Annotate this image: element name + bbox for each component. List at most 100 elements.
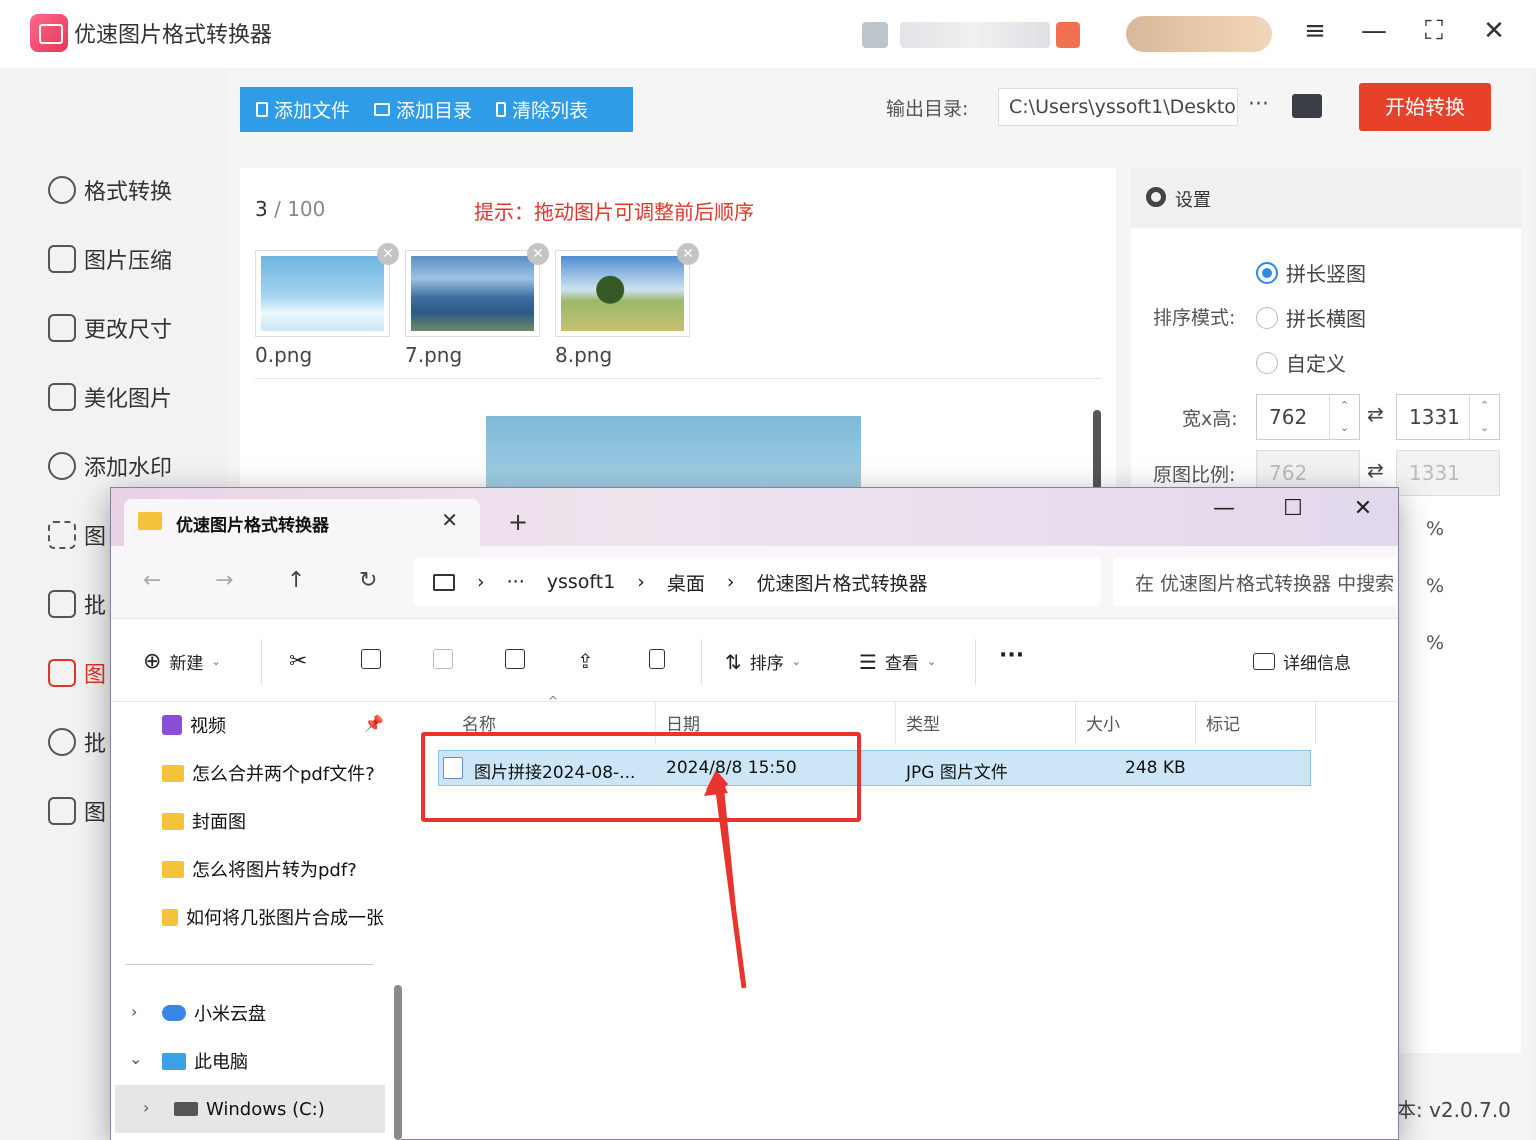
share-button[interactable]: ⇪ <box>577 649 594 673</box>
height-input[interactable]: 1331 ⌃ ⌄ <box>1396 394 1500 440</box>
sidebar-item-resize[interactable]: 更改尺寸 <box>48 310 172 346</box>
details-button[interactable]: 详细信息 <box>1253 649 1351 674</box>
explorer-minimize-button[interactable]: — <box>1199 496 1249 521</box>
maximize-button[interactable]: ⛶ <box>1414 16 1454 47</box>
output-dir-field[interactable]: C:\Users\yssoft1\Desktop <box>998 88 1238 126</box>
column-divider[interactable] <box>1195 702 1196 744</box>
new-tab-button[interactable]: + <box>508 508 528 536</box>
breadcrumb-more[interactable]: ··· <box>507 571 525 593</box>
nav-item-folder[interactable]: 如何将几张图片合成一张 <box>162 902 384 932</box>
nav-item-folder[interactable]: 怎么合并两个pdf文件? <box>162 758 384 788</box>
more-options-icon[interactable]: ··· <box>999 643 1024 668</box>
width-stepper[interactable]: ⌃ ⌄ <box>1329 395 1359 439</box>
explorer-maximize-button[interactable]: ☐ <box>1268 496 1318 521</box>
column-divider[interactable] <box>1075 702 1076 744</box>
percent-sign: % <box>1426 632 1445 654</box>
thumbnail-0[interactable]: ✕ <box>255 243 399 337</box>
close-tab-icon[interactable]: ✕ <box>441 508 458 532</box>
resize-icon <box>48 314 76 342</box>
start-convert-button[interactable]: 开始转换 <box>1359 83 1491 131</box>
view-button[interactable]: ☰ 查看 ⌄ <box>859 649 936 675</box>
thumbnail-7[interactable]: ✕ <box>405 243 549 337</box>
sidebar-item-stitch[interactable]: 图 <box>48 655 106 691</box>
remove-icon[interactable]: ✕ <box>527 243 549 265</box>
clear-list-button[interactable]: 清除列表 <box>496 96 588 123</box>
chevron-right-icon[interactable]: › <box>143 1098 149 1117</box>
cut-button[interactable]: ✂ <box>289 649 307 674</box>
sidebar-item-crop[interactable]: 图 <box>48 517 106 553</box>
file-count: 3 / 100 <box>255 197 325 221</box>
remove-icon[interactable]: ✕ <box>677 243 699 265</box>
search-input[interactable]: 在 优速图片格式转换器 中搜索 <box>1113 558 1397 606</box>
explorer-tab[interactable]: 优速图片格式转换器 ✕ <box>124 499 480 547</box>
height-stepper[interactable]: ⌃ ⌄ <box>1469 395 1499 439</box>
column-type[interactable]: 类型 <box>906 710 940 735</box>
sidebar-item-split[interactable]: 图 <box>48 793 106 829</box>
address-bar[interactable]: › ··· yssoft1 › 桌面 › 优速图片格式转换器 <box>413 558 1101 606</box>
gear-icon <box>1146 187 1166 207</box>
sidebar-item-batch-edit[interactable]: 批 <box>48 586 106 622</box>
minimize-button[interactable]: — <box>1354 16 1394 46</box>
drive-icon <box>174 1102 198 1116</box>
radio-icon <box>1256 351 1278 374</box>
sort-button[interactable]: ⇅ 排序 ⌄ <box>725 649 801 675</box>
breadcrumb-current[interactable]: 优速图片格式转换器 <box>757 569 928 596</box>
nav-scrollbar[interactable] <box>394 985 402 1140</box>
column-size[interactable]: 大小 <box>1086 710 1120 735</box>
open-folder-icon[interactable] <box>1292 94 1322 118</box>
chevron-right-icon: › <box>637 571 645 593</box>
more-icon[interactable]: ··· <box>1248 92 1269 117</box>
sort-mode-label: 排序模式: <box>1153 307 1236 329</box>
add-dir-button[interactable]: 添加目录 <box>374 96 472 123</box>
width-input[interactable]: 762 ⌃ ⌄ <box>1256 394 1360 440</box>
explorer-title-bar: 优速图片格式转换器 ✕ + — ☐ ✕ <box>111 488 1398 547</box>
up-icon[interactable]: ↑ <box>287 568 305 593</box>
explorer-close-button[interactable]: ✕ <box>1338 496 1388 521</box>
copy-button[interactable] <box>361 649 381 669</box>
menu-icon[interactable]: ≡ <box>1295 16 1335 46</box>
nav-item-videos[interactable]: 视频 <box>162 710 226 740</box>
view-icon: ☰ <box>859 649 877 674</box>
nav-item-cloud[interactable]: 小米云盘 <box>162 998 266 1028</box>
swap-icon[interactable]: ⇄ <box>1367 402 1384 426</box>
nav-item-drive-c[interactable]: Windows (C:) <box>174 1094 325 1124</box>
chevron-down-icon[interactable]: ⌄ <box>129 1049 142 1068</box>
nav-item-this-pc[interactable]: 此电脑 <box>162 1046 248 1076</box>
breadcrumb-yssoft1[interactable]: yssoft1 <box>547 571 616 593</box>
forward-icon[interactable]: → <box>215 568 233 593</box>
sidebar-item-compress[interactable]: 图片压缩 <box>48 241 172 277</box>
nav-item-folder[interactable]: 怎么将图片转为pdf? <box>162 854 384 884</box>
radio-vertical[interactable]: 拼长竖图 <box>1256 258 1366 287</box>
delete-button[interactable] <box>649 649 665 669</box>
radio-custom[interactable]: 自定义 <box>1256 348 1346 377</box>
ratio-width-value: 762 <box>1269 461 1308 485</box>
column-tag[interactable]: 标记 <box>1206 710 1240 735</box>
back-icon[interactable]: ← <box>143 568 161 593</box>
new-button[interactable]: ⊕ 新建 ⌄ <box>143 649 221 674</box>
close-button[interactable]: ✕ <box>1474 16 1514 46</box>
sidebar-item-label: 更改尺寸 <box>84 318 173 343</box>
blurred-vip-button[interactable] <box>1126 16 1272 52</box>
paste-button[interactable] <box>433 649 453 669</box>
column-divider[interactable] <box>1315 702 1316 744</box>
height-value: 1331 <box>1409 405 1460 429</box>
sidebar-item-watermark[interactable]: 添加水印 <box>48 448 172 484</box>
remove-icon[interactable]: ✕ <box>377 243 399 265</box>
view-label: 查看 <box>884 654 919 674</box>
column-divider[interactable] <box>895 702 896 744</box>
sidebar-item-format-convert[interactable]: 格式转换 <box>48 172 172 208</box>
file-icon <box>256 102 268 117</box>
radio-horizontal[interactable]: 拼长横图 <box>1256 303 1366 332</box>
breadcrumb-desktop[interactable]: 桌面 <box>667 569 705 596</box>
refresh-icon[interactable]: ↻ <box>359 568 377 593</box>
preview-scrollbar[interactable] <box>1093 410 1101 490</box>
divider <box>261 639 262 685</box>
folder-icon <box>162 908 178 926</box>
thumbnail-8[interactable]: ✕ <box>555 243 699 337</box>
add-file-button[interactable]: 添加文件 <box>256 96 350 123</box>
chevron-right-icon[interactable]: › <box>131 1002 137 1021</box>
nav-item-folder[interactable]: 封面图 <box>162 806 246 836</box>
sidebar-item-beautify[interactable]: 美化图片 <box>48 379 172 415</box>
rename-button[interactable] <box>505 649 525 669</box>
sidebar-item-rotate[interactable]: 批 <box>48 724 106 760</box>
